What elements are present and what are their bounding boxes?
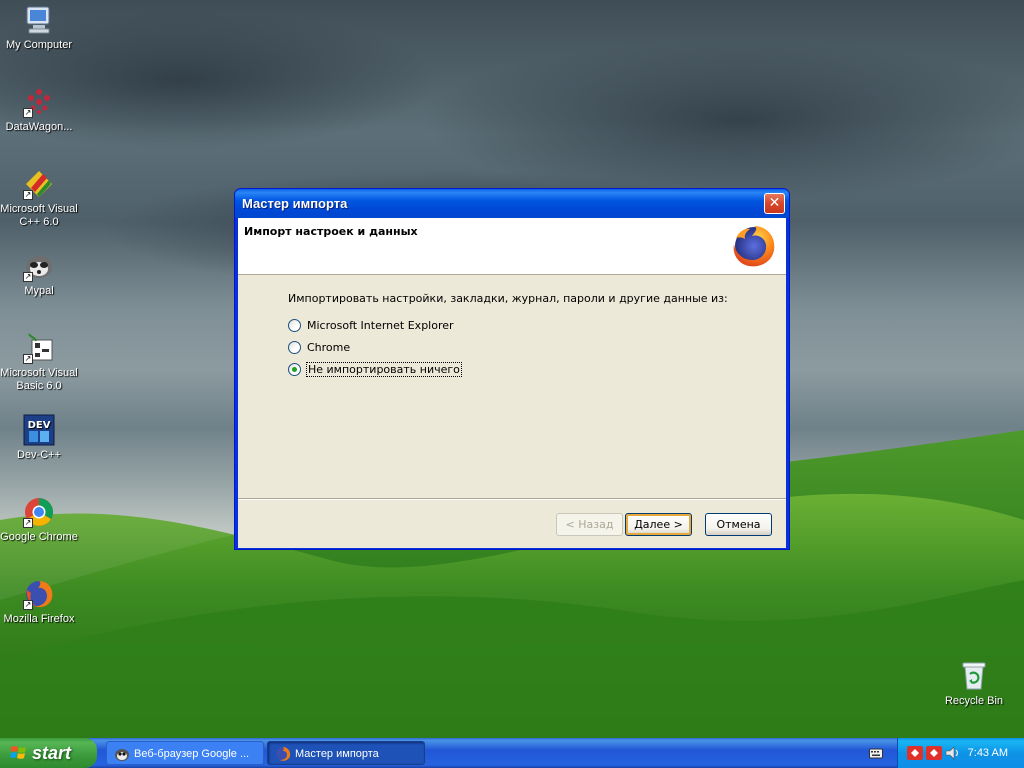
volume-icon[interactable] <box>944 746 960 760</box>
shortcut-arrow-icon: ↗ <box>23 354 33 364</box>
window-client-area: Импорт настроек и данных Импортировать н… <box>238 218 786 548</box>
cancel-button[interactable]: Отмена <box>705 513 772 536</box>
radio-button[interactable] <box>288 318 301 332</box>
wizard-header: Импорт настроек и данных <box>238 218 786 275</box>
keyboard-icon[interactable] <box>869 747 883 759</box>
taskbar-item-label: Мастер импорта <box>295 748 379 760</box>
mypal-icon: ↗ <box>23 250 55 282</box>
wizard-heading: Импорт настроек и данных <box>244 225 418 238</box>
taskbar: start Веб-браузер Google ... Мастер импо… <box>0 738 1024 768</box>
datawagon-icon: ↗ <box>23 86 55 118</box>
desktop-icon-mozilla-firefox[interactable]: ↗ Mozilla Firefox <box>0 578 78 626</box>
dev-cpp-icon: DEV <box>23 414 55 446</box>
firefox-logo-icon <box>733 226 775 267</box>
visual-basic-icon: ↗ <box>23 332 55 364</box>
desktop-icon-visual-basic[interactable]: ↗ Microsoft Visual Basic 6.0 <box>0 332 78 393</box>
desktop-icon-label: Mypal <box>24 285 54 297</box>
import-wizard-window: Мастер импорта ✕ Импорт настроек и данны… <box>234 188 790 550</box>
back-button[interactable]: < Назад <box>556 513 623 536</box>
mypal-icon <box>115 749 129 761</box>
shortcut-arrow-icon: ↗ <box>23 518 33 528</box>
close-button[interactable]: ✕ <box>764 193 785 214</box>
next-button[interactable]: Далее > <box>625 513 692 536</box>
windows-logo-icon <box>10 746 26 759</box>
import-prompt: Импортировать настройки, закладки, журна… <box>288 292 728 305</box>
start-label: start <box>32 743 72 763</box>
option-label: Не импортировать ничего <box>306 361 462 377</box>
desktop-icon-visual-cpp[interactable]: ↗ Microsoft Visual C++ 6.0 <box>0 168 78 229</box>
shortcut-arrow-icon: ↗ <box>23 272 33 282</box>
radio-button-selected[interactable] <box>288 362 301 376</box>
taskbar-item-import-wizard[interactable]: Мастер импорта <box>267 741 425 765</box>
firefox-icon: ↗ <box>23 578 55 610</box>
recycle-bin-icon <box>958 660 990 692</box>
svg-text:DEV: DEV <box>28 420 51 431</box>
desktop-icon-label: My Computer <box>5 39 73 51</box>
desktop-icon-label: Dev-C++ <box>16 449 62 461</box>
desktop-icon-label: Mozilla Firefox <box>3 613 75 625</box>
network-disconnected-icon[interactable] <box>926 746 942 760</box>
shortcut-arrow-icon: ↗ <box>23 600 33 610</box>
desktop-icon-dev-cpp[interactable]: DEV Dev-C++ <box>0 414 78 462</box>
taskbar-item-label: Веб-браузер Google ... <box>134 748 250 760</box>
option-label: Microsoft Internet Explorer <box>307 318 454 332</box>
window-title-bar[interactable]: Мастер импорта ✕ <box>235 189 789 218</box>
option-chrome[interactable]: Chrome <box>288 336 728 358</box>
desktop-icon-datawagon[interactable]: ↗ DataWagon... <box>0 86 78 134</box>
desktop-icon-label: Google Chrome <box>0 531 78 543</box>
desktop-icon-mypal[interactable]: ↗ Mypal <box>0 250 78 298</box>
network-disconnected-icon[interactable] <box>907 746 923 760</box>
desktop: My Computer ↗ DataWagon... ↗ Microsoft V… <box>0 0 1024 738</box>
shortcut-arrow-icon: ↗ <box>23 108 33 118</box>
my-computer-icon <box>23 4 55 36</box>
firefox-icon <box>276 747 291 761</box>
desktop-icon-google-chrome[interactable]: ↗ Google Chrome <box>0 496 78 544</box>
option-import-nothing[interactable]: Не импортировать ничего <box>288 358 728 380</box>
wizard-content: Импортировать настройки, закладки, журна… <box>288 292 728 380</box>
option-label: Chrome <box>307 340 351 354</box>
clock[interactable]: 7:43 AM <box>968 738 1008 768</box>
desktop-icon-label: Recycle Bin <box>944 695 1004 707</box>
taskbar-item-chrome[interactable]: Веб-браузер Google ... <box>106 741 264 765</box>
chrome-icon: ↗ <box>23 496 55 528</box>
option-internet-explorer[interactable]: Microsoft Internet Explorer <box>288 314 728 336</box>
desktop-icon-label: Microsoft Visual C++ 6.0 <box>0 203 78 228</box>
visual-cpp-icon: ↗ <box>23 168 55 200</box>
start-button[interactable]: start <box>0 738 97 768</box>
window-title: Мастер импорта <box>242 196 348 211</box>
desktop-icon-my-computer[interactable]: My Computer <box>0 4 78 52</box>
desktop-icon-recycle-bin[interactable]: Recycle Bin <box>935 660 1013 708</box>
system-tray: 7:43 AM <box>897 738 1024 768</box>
radio-button[interactable] <box>288 340 301 354</box>
footer-divider <box>238 498 786 500</box>
shortcut-arrow-icon: ↗ <box>23 190 33 200</box>
desktop-icon-label: DataWagon... <box>5 121 73 133</box>
desktop-icon-label: Microsoft Visual Basic 6.0 <box>0 367 78 392</box>
close-icon: ✕ <box>768 195 781 211</box>
